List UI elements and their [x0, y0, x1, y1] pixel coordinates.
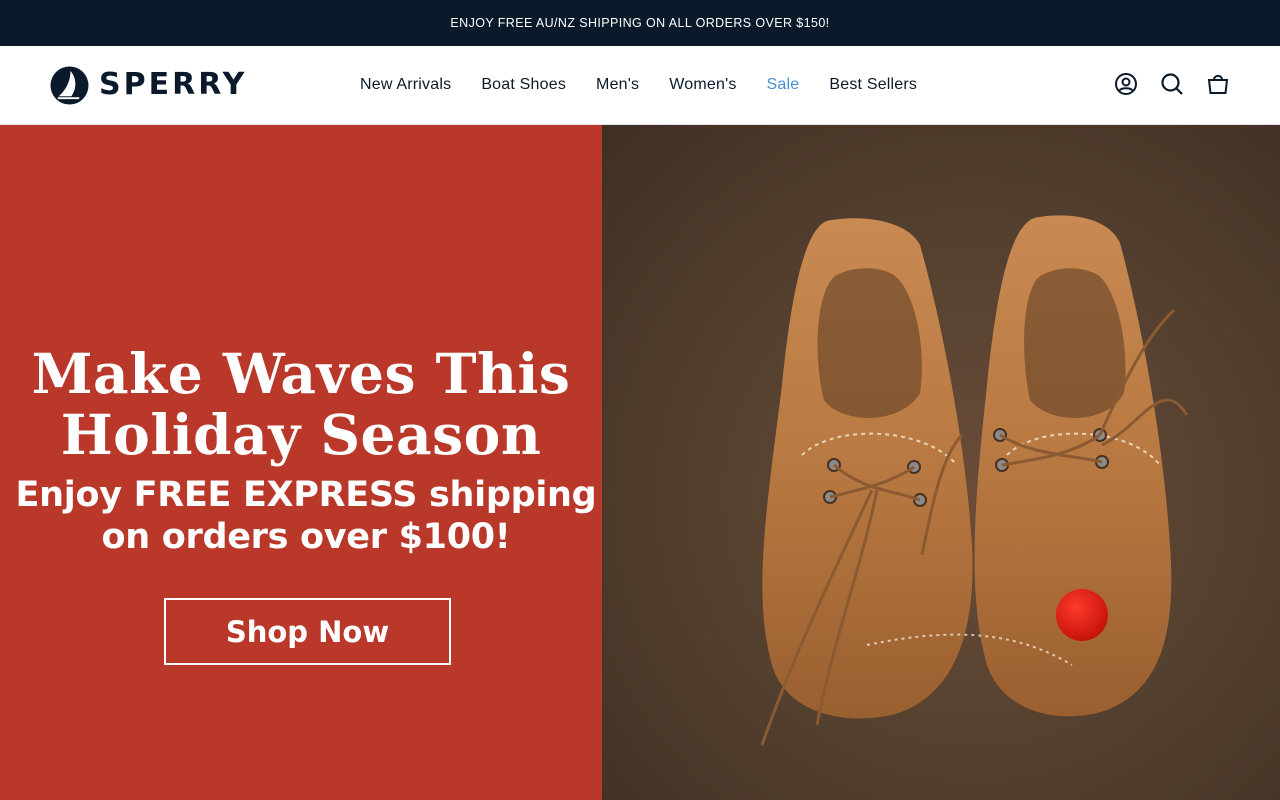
shop-now-button[interactable]: Shop Now: [164, 598, 451, 665]
announcement-bar: ENJOY FREE AU/NZ SHIPPING ON ALL ORDERS …: [0, 0, 1280, 46]
search-icon[interactable]: [1160, 72, 1184, 96]
hero-banner: Make Waves This Holiday Season Enjoy FRE…: [0, 125, 1280, 800]
hero-heading-line1: Make Waves This: [31, 341, 571, 406]
sperry-logo[interactable]: SPERRY: [50, 65, 247, 105]
sail-logo-icon: [50, 65, 89, 105]
hero-subheading: Enjoy FREE EXPRESS shipping on orders ov…: [0, 474, 612, 558]
site-header: SPERRY New Arrivals Boat Shoes Men's Wom…: [0, 46, 1280, 125]
nav-item-boat-shoes[interactable]: Boat Shoes: [466, 76, 581, 94]
hero-sub-line2: on orders over $100!: [101, 517, 511, 557]
boat-shoes-illustration: [760, 215, 1189, 746]
nav-item-best-sellers[interactable]: Best Sellers: [814, 76, 932, 94]
nav-item-sale[interactable]: Sale: [752, 76, 815, 94]
nav-item-new-arrivals[interactable]: New Arrivals: [345, 76, 466, 94]
cart-icon[interactable]: [1206, 72, 1230, 96]
main-nav: New Arrivals Boat Shoes Men's Women's Sa…: [345, 46, 932, 124]
brand-name: SPERRY: [99, 67, 248, 102]
hero-heading-line2: Holiday Season: [60, 402, 542, 467]
boat-shoes-image[interactable]: [602, 125, 1280, 800]
hero-promo-panel: Make Waves This Holiday Season Enjoy FRE…: [0, 125, 602, 800]
nav-item-womens[interactable]: Women's: [654, 76, 751, 94]
hero-sub-line1: Enjoy FREE EXPRESS shipping: [15, 475, 597, 515]
hero-heading: Make Waves This Holiday Season: [0, 343, 602, 465]
account-icon[interactable]: [1114, 72, 1138, 96]
nav-item-mens[interactable]: Men's: [581, 76, 654, 94]
header-icons: [1092, 72, 1230, 96]
announcement-text: ENJOY FREE AU/NZ SHIPPING ON ALL ORDERS …: [450, 16, 830, 30]
